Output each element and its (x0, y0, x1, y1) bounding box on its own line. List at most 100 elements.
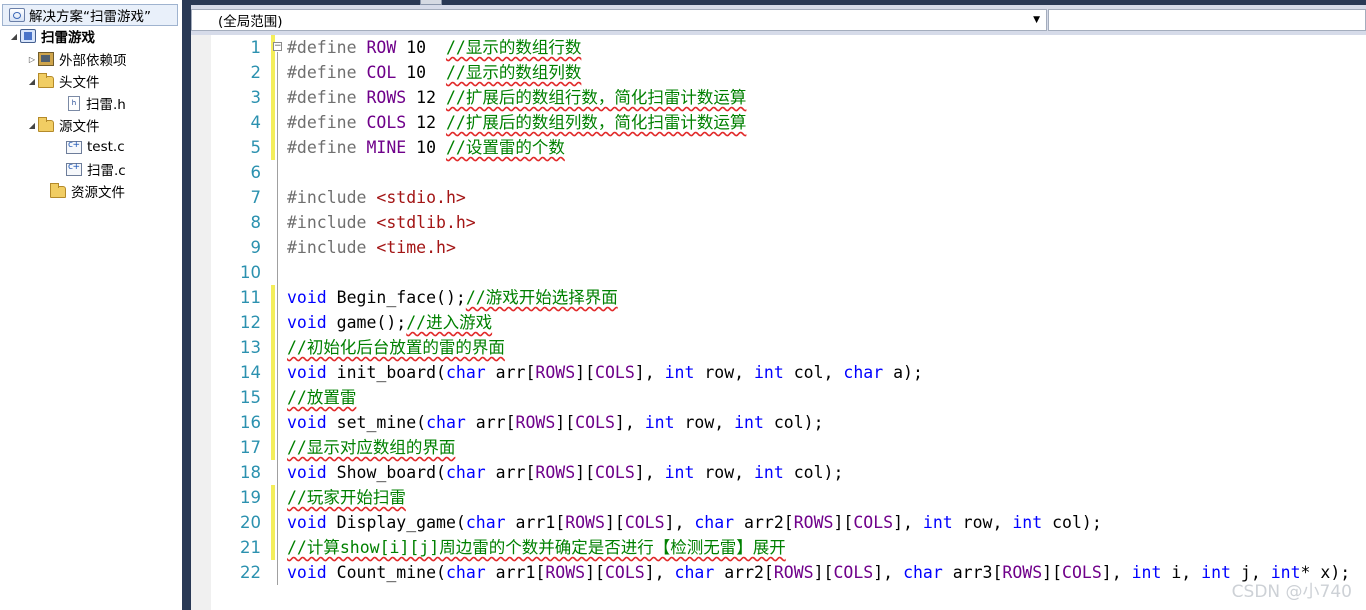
code-token: #define (287, 38, 367, 57)
code-line[interactable]: 8 #include <stdlib.h> (211, 210, 1366, 235)
tree-item-test-c[interactable]: test.c (66, 137, 125, 157)
code-line[interactable]: 12 void game();//进入游戏 (211, 310, 1366, 335)
code-text: void Begin_face();//游戏开始选择界面 (287, 285, 618, 310)
c-file-icon (66, 162, 82, 176)
code-line[interactable]: 4 #define COLS 12 //扩展后的数组列数，简化扫雷计数运算 (211, 110, 1366, 135)
code-line[interactable]: 21 //计算show[i][j]周边雷的个数并确定是否进行【检测无雷】展开 (211, 535, 1366, 560)
code-token: int (1201, 563, 1231, 582)
line-number: 14 (240, 363, 261, 382)
tree-item-source-files[interactable]: ◢ 源文件 (26, 115, 100, 135)
code-token: ROWS (515, 413, 556, 432)
tree-item-dependencies[interactable]: ▷ 外部依赖项 (26, 49, 127, 69)
code-line[interactable]: 7 #include <stdio.h> (211, 185, 1366, 210)
line-number: 9 (250, 238, 262, 257)
code-token: int (734, 413, 764, 432)
code-token: col); (763, 413, 824, 432)
code-token: #include (287, 213, 377, 232)
code-token: #define (287, 113, 367, 132)
code-token: //游戏开始选择界面 (465, 288, 618, 307)
code-line[interactable]: 17 //显示对应数组的界面 (211, 435, 1366, 460)
tree-item-mine-c[interactable]: 扫雷.c (66, 159, 126, 179)
code-line[interactable]: 16 void set_mine(char arr[ROWS][COLS], in… (211, 410, 1366, 435)
code-text: //显示对应数组的界面 (287, 435, 455, 460)
collapse-arrow-icon[interactable]: ◢ (8, 32, 20, 41)
code-token: char (843, 363, 884, 382)
code-text: #define COL 10 //显示的数组列数 (287, 60, 581, 85)
code-token: #define (287, 138, 367, 157)
dependency-icon (38, 52, 54, 66)
code-line[interactable]: 19 //玩家开始扫雷 (211, 485, 1366, 510)
code-editor[interactable]: 1 #define ROW 10 //显示的数组行数 2 #define COL 10… (191, 35, 1366, 610)
code-token: ], (614, 413, 645, 432)
code-line[interactable]: 3 #define ROWS 12 //扩展后的数组行数，简化扫雷计数运算 (211, 85, 1366, 110)
tree-item-header-files[interactable]: ◢ 头文件 (26, 71, 100, 91)
code-line[interactable]: 13 //初始化后台放置的雷的界面 (211, 335, 1366, 360)
code-token: arr2[ (714, 563, 774, 582)
line-number: 19 (240, 488, 261, 507)
collapse-arrow-icon[interactable]: ◢ (26, 121, 38, 130)
code-line[interactable]: 11 void Begin_face();//游戏开始选择界面 (211, 285, 1366, 310)
change-indicator (271, 85, 275, 110)
code-text: #include <stdio.h> (287, 185, 466, 210)
code-token: 10 (406, 138, 446, 157)
code-text: #define MINE 10 //设置雷的个数 (287, 135, 565, 160)
tree-item-label: 外部依赖项 (59, 53, 127, 69)
code-token: arr1[ (485, 563, 546, 582)
code-line[interactable]: 6 (211, 160, 1366, 185)
code-token: Display_game( (326, 513, 466, 532)
code-line[interactable]: 20 void Display_game(char arr1[ROWS][COLS… (211, 510, 1366, 535)
tree-item-label: 扫雷.c (87, 163, 126, 179)
member-dropdown[interactable] (1048, 9, 1366, 31)
change-indicator (271, 335, 275, 360)
tree-item-label: 扫雷.h (86, 97, 126, 113)
code-line[interactable]: 1 #define ROW 10 //显示的数组行数 (211, 35, 1366, 60)
code-line[interactable]: 9 #include <time.h> (211, 235, 1366, 260)
chevron-down-icon[interactable]: ▼ (1033, 15, 1040, 25)
code-line[interactable]: 14 void init_board(char arr[ROWS][COLS], … (211, 360, 1366, 385)
code-line[interactable]: 22 void Count_mine(char arr1[ROWS][COLS],… (211, 560, 1366, 585)
code-token: arr3[ (942, 563, 1003, 582)
scope-dropdown[interactable]: (全局范围) ▼ (191, 9, 1047, 31)
change-indicator (271, 535, 275, 560)
code-line[interactable]: 5 #define MINE 10 //设置雷的个数 (211, 135, 1366, 160)
solution-explorer: 解决方案“扫雷游戏” ◢ 扫雷游戏 ▷ 外部依赖项 ◢ 头文件 h 扫雷.h ◢… (0, 0, 182, 610)
panel-splitter[interactable] (182, 0, 191, 610)
change-indicator (271, 310, 275, 335)
code-token: COLS (604, 563, 645, 582)
collapse-outline-icon[interactable]: − (273, 42, 282, 51)
code-token: Begin_face(); (326, 288, 466, 307)
code-token: //显示的数组列数 (445, 63, 582, 82)
code-token: char (445, 363, 486, 382)
code-line[interactable]: 18 void Show_board(char arr[ROWS][COLS], … (211, 460, 1366, 485)
code-token: ][ (1042, 563, 1063, 582)
solution-node[interactable]: 解决方案“扫雷游戏” (2, 4, 178, 26)
code-token: row, (952, 513, 1013, 532)
code-token: char (465, 513, 506, 532)
change-indicator (271, 385, 275, 410)
code-token: //显示对应数组的界面 (287, 438, 456, 457)
tree-project[interactable]: ◢ 扫雷游戏 (8, 26, 95, 46)
code-line[interactable]: 15 //放置雷 (211, 385, 1366, 410)
c-file-icon (66, 140, 82, 154)
code-token: init_board( (326, 363, 446, 382)
watermark: CSDN @小740 (1231, 582, 1352, 602)
line-number: 16 (240, 413, 261, 432)
code-text: void game();//进入游戏 (287, 310, 492, 335)
project-label: 扫雷游戏 (41, 30, 95, 46)
solution-label: 解决方案“扫雷游戏” (29, 9, 151, 25)
code-token: ROWS (793, 513, 834, 532)
tree-item-resource-files[interactable]: 资源文件 (38, 181, 125, 201)
expand-arrow-icon[interactable]: ▷ (26, 55, 38, 64)
tree-item-mine-h[interactable]: h 扫雷.h (68, 93, 126, 113)
code-token: 10 (396, 38, 446, 57)
code-line[interactable]: 2 #define COL 10 //显示的数组列数 (211, 60, 1366, 85)
code-text: void Display_game(char arr1[ROWS][COLS],… (287, 510, 1102, 535)
code-token: ROWS (565, 513, 605, 532)
code-token: MINE (366, 138, 407, 157)
code-line[interactable]: 10 (211, 260, 1366, 285)
code-token: char (674, 563, 715, 582)
code-token: //设置雷的个数 (445, 138, 565, 157)
code-text: //初始化后台放置的雷的界面 (287, 335, 505, 360)
collapse-arrow-icon[interactable]: ◢ (26, 77, 38, 86)
code-token: #include (287, 238, 377, 257)
